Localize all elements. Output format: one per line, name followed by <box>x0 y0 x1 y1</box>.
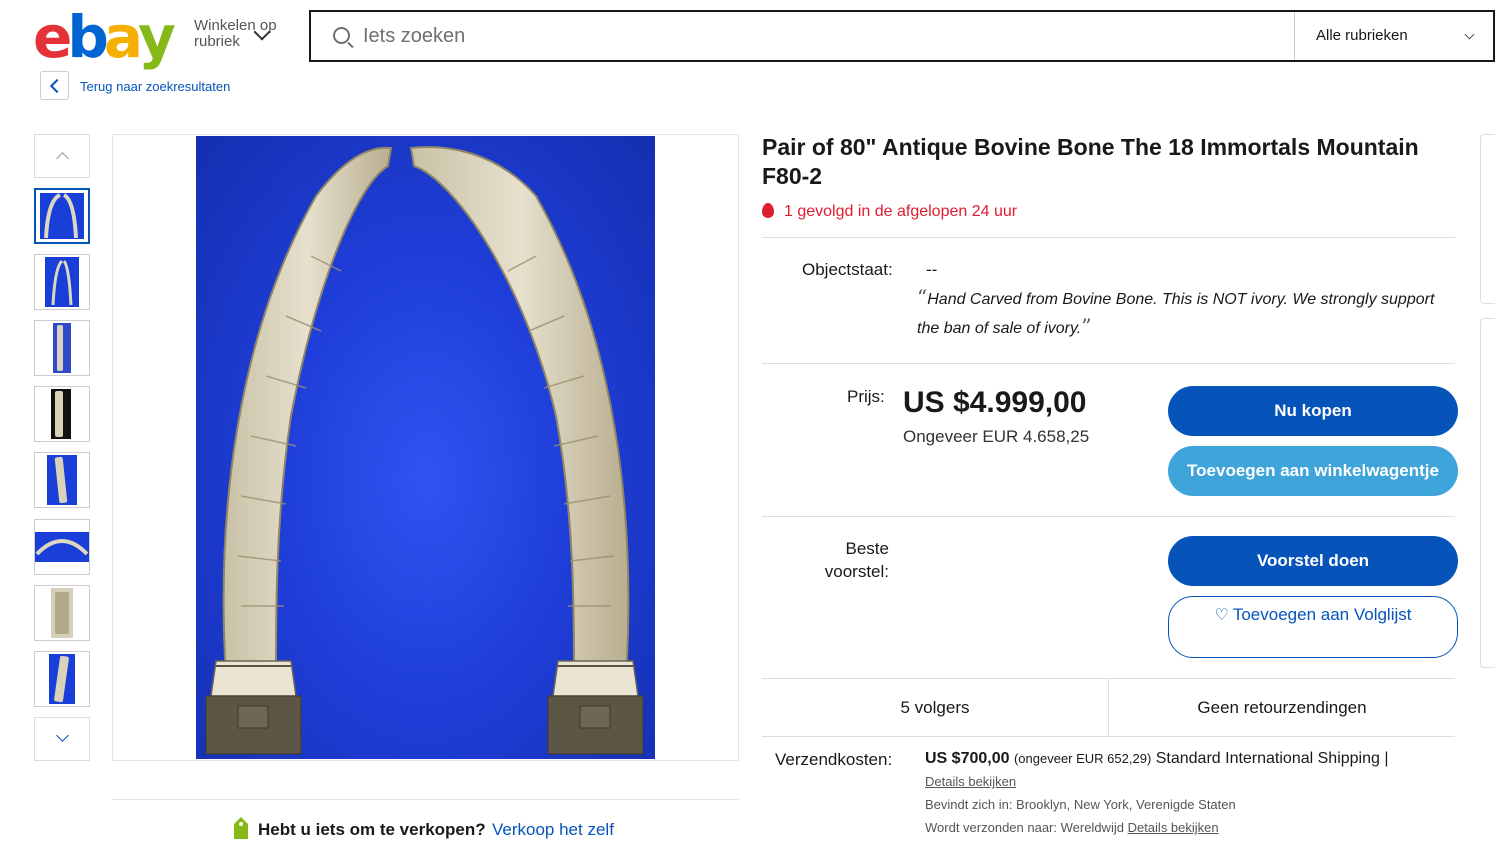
sell-question: Hebt u iets om te verkopen? <box>258 820 486 839</box>
condition-description: “Hand Carved from Bovine Bone. This is N… <box>917 285 1435 338</box>
shipping-label: Verzendkosten: <box>775 750 893 769</box>
search-bar: Alle rubrieken <box>309 10 1495 62</box>
thumbnail-1[interactable] <box>34 188 90 244</box>
heart-icon: ♡ <box>1214 607 1229 624</box>
thumbnail-7[interactable] <box>34 585 90 641</box>
price-value: US $4.999,00 <box>903 386 1087 419</box>
flame-icon <box>762 203 774 218</box>
returns-policy: Geen retourzendingen <box>1197 698 1367 717</box>
chevron-down-icon <box>1464 29 1475 40</box>
best-offer-label: Beste voorstel: <box>824 539 889 581</box>
thumbnails-scroll-down-button[interactable] <box>34 717 90 761</box>
thumbnail-8[interactable] <box>34 651 90 707</box>
thumbnail-6[interactable] <box>34 519 90 575</box>
search-input[interactable] <box>363 12 1283 60</box>
divider <box>762 363 1455 364</box>
price-converted: Ongeveer EUR 4.658,25 <box>903 427 1090 446</box>
divider <box>112 799 739 800</box>
buy-now-button[interactable]: Nu kopen <box>1168 386 1458 436</box>
price-tag-icon <box>234 817 248 839</box>
divider <box>762 237 1455 238</box>
side-panel-edge <box>1480 134 1495 304</box>
condition-label: Objectstaat: <box>802 260 893 279</box>
watching-hot-signal: 1 gevolgd in de afgelopen 24 uur <box>762 203 1017 221</box>
main-product-image[interactable] <box>196 136 655 759</box>
add-to-cart-button[interactable]: Toevoegen aan winkelwagentje <box>1168 446 1458 496</box>
ebay-logo[interactable]: ebay <box>33 6 183 68</box>
shop-by-category-button[interactable]: Winkelen op rubriek <box>194 18 289 50</box>
chevron-down-icon <box>56 729 69 742</box>
thumbnail-2[interactable] <box>34 254 90 310</box>
sell-it-yourself-link[interactable]: Verkoop het zelf <box>492 820 614 840</box>
item-title: Pair of 80" Antique Bovine Bone The 18 I… <box>762 134 1419 189</box>
thumbnails-scroll-up-button[interactable] <box>34 134 90 178</box>
chevron-left-icon[interactable] <box>40 71 69 100</box>
thumbnail-4[interactable] <box>34 386 90 442</box>
divider <box>762 516 1455 517</box>
shipping-cost: US $700,00 (ongeveer EUR 652,29) Standar… <box>925 750 1389 767</box>
side-panel-edge <box>1480 318 1495 668</box>
back-to-results-link[interactable]: Terug naar zoekresultaten <box>80 79 230 94</box>
thumbnail-5[interactable] <box>34 452 90 508</box>
condition-value: -- <box>926 260 938 279</box>
price-label: Prijs: <box>847 387 885 406</box>
thumbnail-3[interactable] <box>34 320 90 376</box>
item-location: Bevindt zich in: Brooklyn, New York, Ver… <box>925 797 1236 812</box>
ships-to-details-link[interactable]: Details bekijken <box>1128 820 1219 835</box>
chevron-up-icon <box>56 152 69 165</box>
search-icon <box>333 27 350 44</box>
divider <box>762 736 1455 737</box>
category-select[interactable]: Alle rubrieken <box>1294 12 1495 60</box>
watchers-count: 5 volgers <box>900 698 970 717</box>
make-offer-button[interactable]: Voorstel doen <box>1168 536 1458 586</box>
shipping-details-link[interactable]: Details bekijken <box>925 774 1016 789</box>
add-to-watchlist-button[interactable]: ♡ Toevoegen aan Volglijst <box>1168 596 1458 658</box>
ships-to: Wordt verzonden naar: Wereldwijd Details… <box>925 820 1219 835</box>
